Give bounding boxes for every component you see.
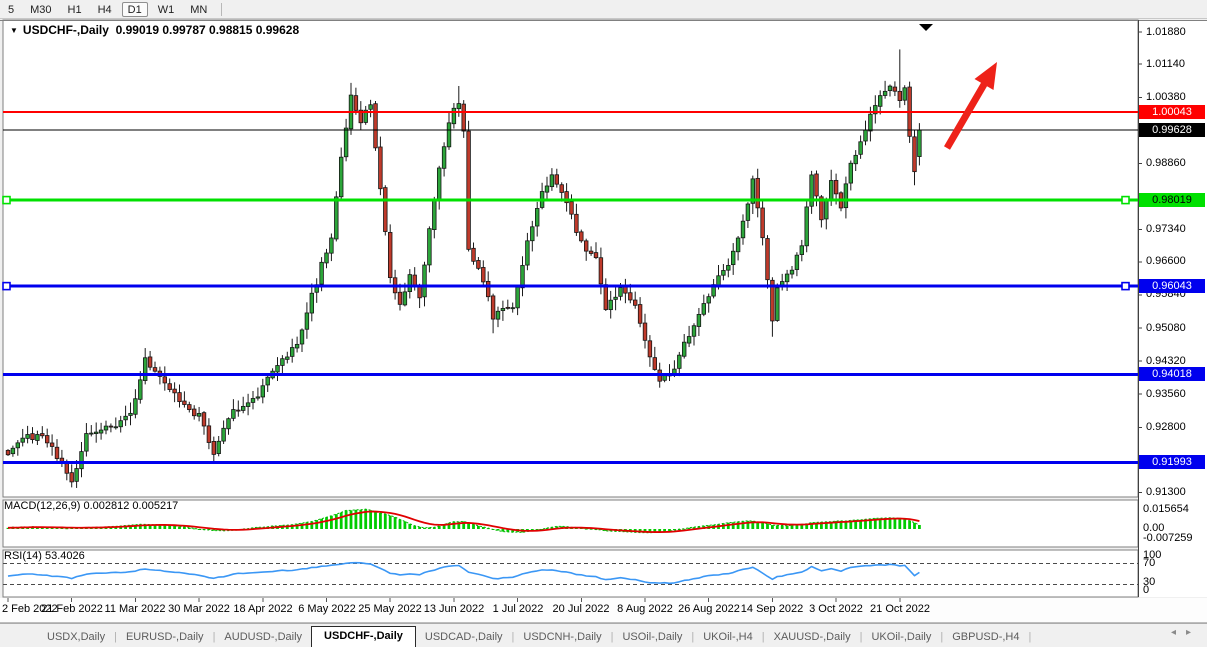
timeframe-button-MN[interactable]: MN <box>184 2 213 17</box>
tab-scroll-right-icon[interactable]: ▸ <box>1186 627 1201 638</box>
tab-scroll-left-icon[interactable]: ◂ <box>1171 627 1186 638</box>
timeframe-button-H4[interactable]: H4 <box>92 2 118 17</box>
symbol-tab-EURUSD-Daily[interactable]: EURUSD-,Daily <box>117 628 213 647</box>
symbol-tab-GBPUSD-H4[interactable]: GBPUSD-,H4 <box>943 628 1028 647</box>
timeframe-button-W1[interactable]: W1 <box>152 2 181 17</box>
symbol-tab-bar: USDX,Daily|EURUSD-,Daily|AUDUSD-,DailyUS… <box>0 623 1207 647</box>
timeframe-button-5[interactable]: 5 <box>2 2 20 17</box>
line-handle-left-0.98019[interactable] <box>3 197 10 204</box>
timeframe-button-H1[interactable]: H1 <box>62 2 88 17</box>
chart-canvas[interactable] <box>0 0 1207 647</box>
symbol-tab-USDCHF-Daily[interactable]: USDCHF-,Daily <box>311 626 416 647</box>
timeframe-button-D1[interactable]: D1 <box>122 2 148 17</box>
symbol-tab-USDCAD-Daily[interactable]: USDCAD-,Daily <box>416 628 512 647</box>
timeframe-toolbar: 5 M30 H1 H4 D1 W1MN <box>0 0 1207 19</box>
line-handle-right-0.96043[interactable] <box>1122 283 1129 290</box>
symbol-tab-USDX-Daily[interactable]: USDX,Daily <box>38 628 114 647</box>
tab-separator: | <box>1029 628 1032 647</box>
symbol-tab-USOil-Daily[interactable]: USOil-,Daily <box>613 628 691 647</box>
tab-scroll-controls: ◂▸ <box>1171 627 1201 638</box>
line-handle-right-0.98019[interactable] <box>1122 197 1129 204</box>
toolbar-separator <box>221 3 222 16</box>
timeframe-button-M30[interactable]: M30 <box>24 2 57 17</box>
symbol-tab-AUDUSD-Daily[interactable]: AUDUSD-,Daily <box>215 628 311 647</box>
symbol-tab-XAUUSD-Daily[interactable]: XAUUSD-,Daily <box>765 628 860 647</box>
mt4-window: 5M30H1H4D1W1MN ▼USDCHF-,Daily 0.99019 0.… <box>0 0 1207 647</box>
symbol-tab-USDCNH-Daily[interactable]: USDCNH-,Daily <box>514 628 610 647</box>
symbol-tab-UKOil-H4[interactable]: UKOil-,H4 <box>694 628 762 647</box>
line-handle-left-0.96043[interactable] <box>3 283 10 290</box>
symbol-tab-UKOil-Daily[interactable]: UKOil-,Daily <box>862 628 940 647</box>
